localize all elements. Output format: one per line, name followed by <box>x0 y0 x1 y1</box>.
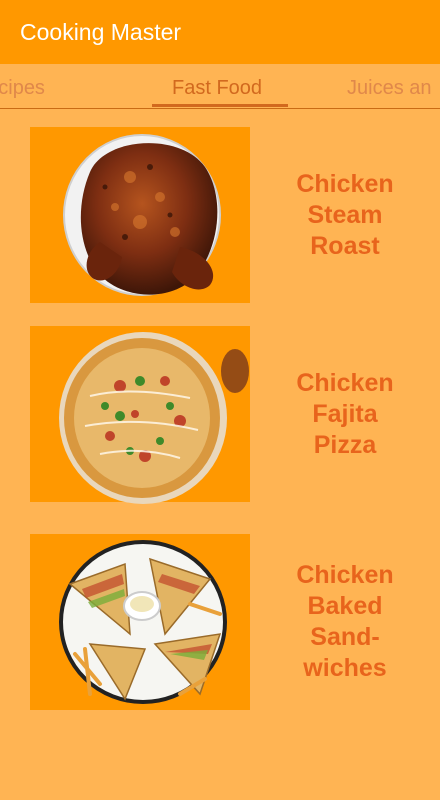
recipe-image-pizza <box>30 326 250 504</box>
tab-fast-food[interactable]: Fast Food <box>172 76 262 100</box>
recipe-card-chicken-steam-roast[interactable]: Chicken Steam Roast <box>30 127 410 303</box>
app-bar: Cooking Master <box>0 0 440 64</box>
recipe-title[interactable]: Chicken Baked Sand- wiches <box>266 534 424 710</box>
tab-bar: n Recipes Fast Food Juices an <box>0 64 440 109</box>
active-tab-indicator <box>152 104 288 107</box>
recipe-title[interactable]: Chicken Steam Roast <box>266 127 424 303</box>
roast-chicken-photo <box>63 134 221 296</box>
app-title: Cooking Master <box>20 19 182 45</box>
recipe-card-chicken-fajita-pizza[interactable]: Chicken Fajita Pizza <box>30 326 410 504</box>
pizza-photo <box>59 332 249 504</box>
recipe-image-roast-chicken <box>30 127 250 303</box>
tab-juices[interactable]: Juices an <box>347 76 432 100</box>
sandwiches-photo <box>59 540 227 704</box>
recipe-image-sandwiches <box>30 534 250 710</box>
tab-recipes[interactable]: n Recipes <box>0 76 45 100</box>
recipe-title[interactable]: Chicken Fajita Pizza <box>266 326 424 502</box>
recipe-card-chicken-baked-sandwiches[interactable]: Chicken Baked Sand- wiches <box>30 534 410 710</box>
